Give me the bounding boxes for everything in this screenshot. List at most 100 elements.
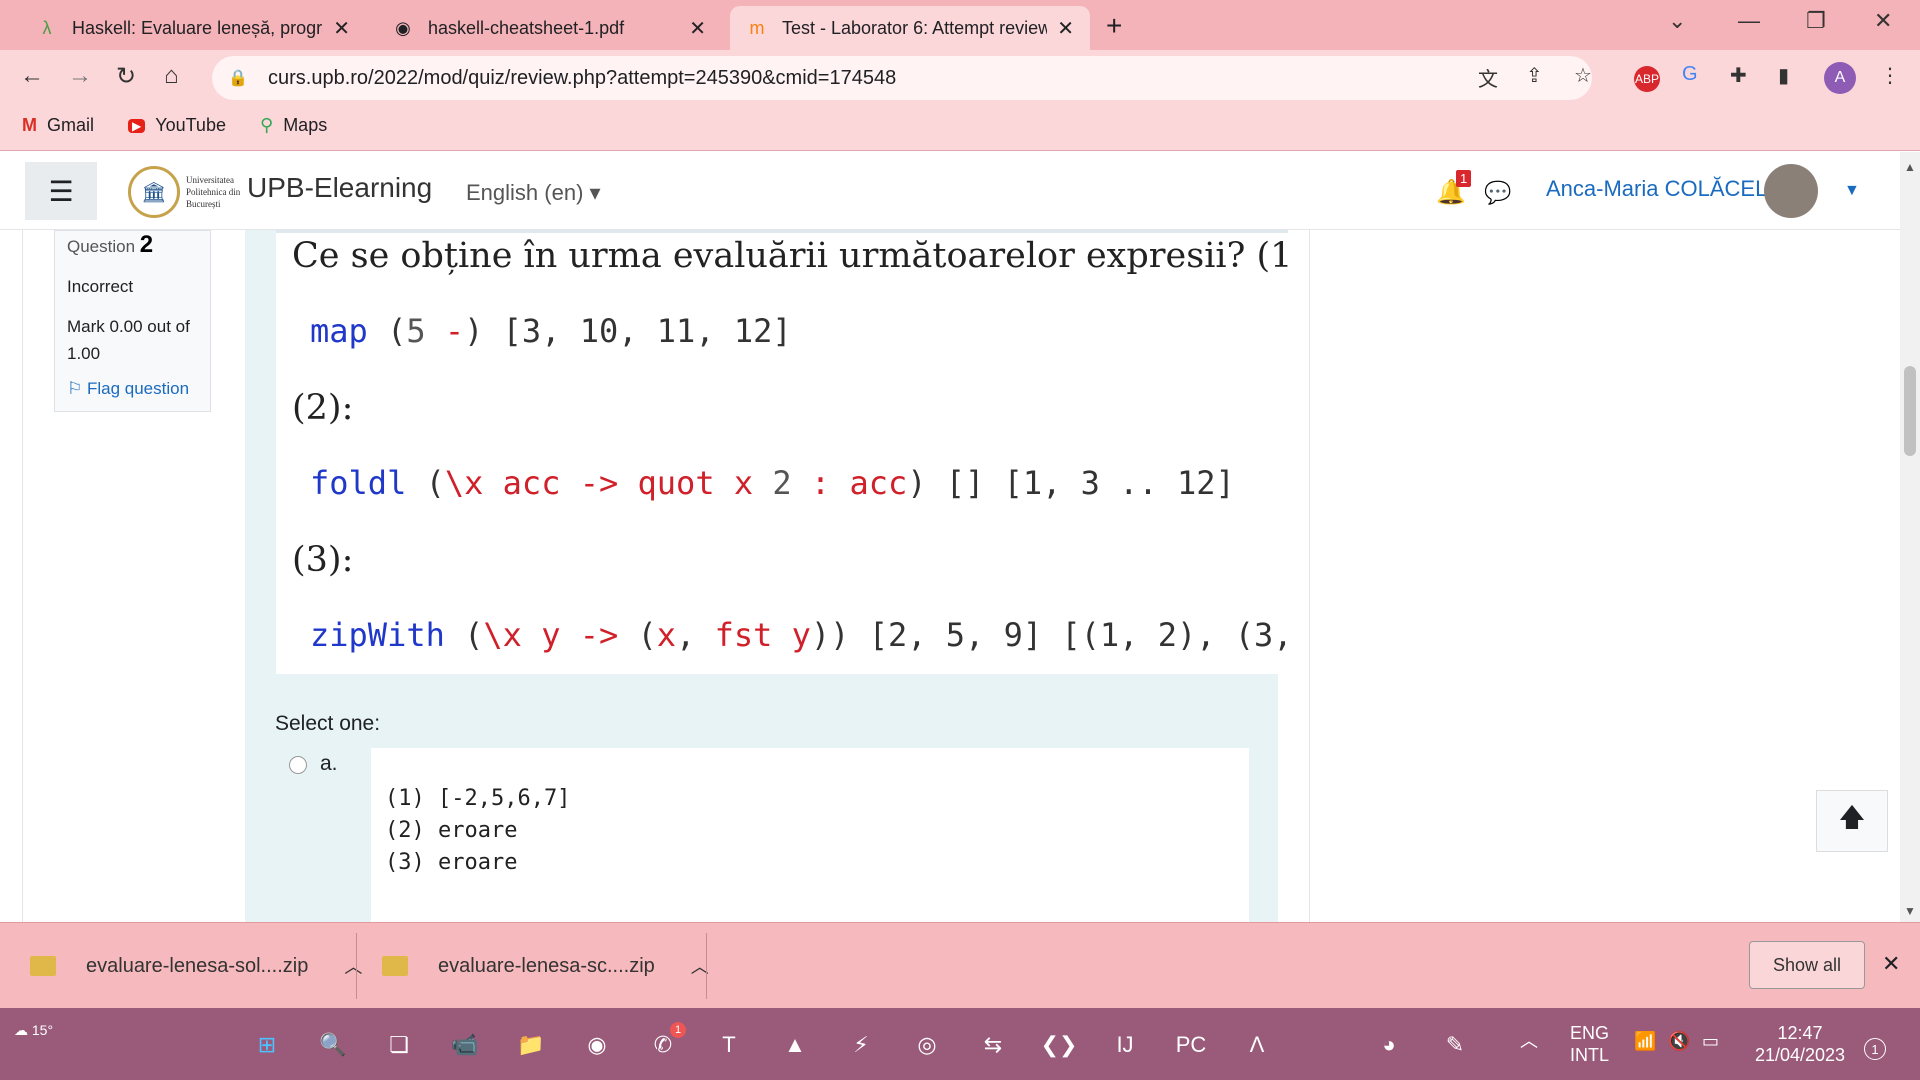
logo-text: Universitatea Politehnica din București <box>186 175 241 209</box>
arch-icon[interactable]: Λ <box>1238 1026 1276 1064</box>
university-logo[interactable]: 🏛 <box>128 166 180 218</box>
site-name[interactable]: UPB-Elearning <box>247 172 432 204</box>
tab-haskell-cheatsheet[interactable]: ◉ haskell-cheatsheet-1.pdf ✕ <box>376 6 722 50</box>
bookmark-maps[interactable]: ⚲ Maps <box>260 115 327 136</box>
matlab-icon[interactable]: ▲ <box>776 1026 814 1064</box>
answer-line: (2) eroare <box>385 818 518 843</box>
pycharm-icon[interactable]: PC <box>1172 1026 1210 1064</box>
app-icon[interactable]: ⚡ <box>842 1026 880 1064</box>
messages-icon[interactable]: 💬 <box>1484 180 1511 206</box>
tray-chevron-icon[interactable]: ︿ <box>1520 1030 1538 1052</box>
intellij-icon[interactable]: IJ <box>1106 1026 1144 1064</box>
profile-avatar[interactable]: A <box>1824 62 1856 94</box>
globe-icon: ◉ <box>395 17 411 38</box>
home-button[interactable]: ⌂ <box>164 62 179 90</box>
chrome-icon[interactable]: ◕ <box>1370 1026 1408 1064</box>
vscode-icon[interactable]: ❮❯ <box>1040 1026 1078 1064</box>
user-name[interactable]: Anca-Maria COLĂCEL <box>1546 176 1767 202</box>
network-tool-icon[interactable]: ⇆ <box>974 1026 1012 1064</box>
scroll-thumb[interactable] <box>1904 366 1916 456</box>
close-tab-icon[interactable]: ✕ <box>1057 16 1074 41</box>
maps-pin-icon: ⚲ <box>260 115 274 135</box>
tab-haskell-evaluation[interactable]: λ Haskell: Evaluare leneșă, program ✕ <box>20 6 366 50</box>
side-panel-icon[interactable]: ▮ <box>1778 63 1789 88</box>
chevron-up-icon[interactable]: ︿ <box>344 953 362 979</box>
user-menu-caret-icon[interactable]: ▼ <box>1844 182 1860 200</box>
battery-icon[interactable]: ▭ <box>1702 1030 1719 1052</box>
clock[interactable]: 12:47 21/04/2023 <box>1750 1022 1850 1066</box>
windows-start-icon[interactable]: ⊞ <box>248 1026 286 1064</box>
show-all-downloads-button[interactable]: Show all <box>1749 941 1865 989</box>
menu-icon[interactable]: ⋮ <box>1880 63 1900 88</box>
browser-tab-bar: λ Haskell: Evaluare leneșă, program ✕ ◉ … <box>0 0 1920 50</box>
reload-button[interactable]: ↻ <box>116 62 136 91</box>
download-item[interactable]: evaluare-lenesa-sc....zip ︿ <box>382 923 709 1009</box>
expression-2: foldl (\x acc -> quot x 2 : acc) [] [1, … <box>310 464 1235 502</box>
tab-quiz-review[interactable]: m Test - Laborator 6: Attempt review ✕ <box>730 6 1090 50</box>
question-text: Ce se obține în urma evaluării următoare… <box>276 230 1288 674</box>
scroll-down-arrow-icon[interactable]: ▼ <box>1904 904 1916 918</box>
bookmark-star-icon[interactable]: ☆ <box>1574 63 1592 88</box>
teams-icon[interactable]: T <box>710 1026 748 1064</box>
option-a-label[interactable]: a. <box>320 752 338 776</box>
language-selector[interactable]: English (en) ▾ <box>466 180 601 206</box>
weather-widget[interactable]: ☁ 15° <box>14 1022 53 1039</box>
expression-3-label: (3): <box>292 540 354 580</box>
answer-line: (1) [-2,5,6,7] <box>385 786 571 811</box>
whatsapp-badge: 1 <box>670 1022 686 1038</box>
task-view-icon[interactable]: ❏ <box>380 1026 418 1064</box>
youtube-icon: ▶ <box>128 118 146 133</box>
tab-search-icon[interactable]: ⌄ <box>1668 8 1686 34</box>
download-item[interactable]: evaluare-lenesa-sol....zip ︿ <box>30 923 362 1009</box>
notifications-badge[interactable]: 1 <box>1864 1038 1886 1060</box>
expression-1: map (5 -) [3, 10, 11, 12] <box>310 312 792 350</box>
close-download-bar-icon[interactable]: ✕ <box>1882 951 1900 977</box>
browser-toolbar: ← → ↻ ⌂ 🔒 curs.upb.ro/2022/mod/quiz/revi… <box>0 50 1920 105</box>
adblock-icon[interactable]: ABP <box>1634 66 1660 92</box>
bookmark-gmail[interactable]: M Gmail <box>22 115 94 136</box>
back-button[interactable]: ← <box>20 62 44 90</box>
scroll-up-arrow-icon[interactable]: ▲ <box>1904 160 1916 174</box>
close-tab-icon[interactable]: ✕ <box>333 16 350 41</box>
back-to-top-button[interactable]: 🡅 <box>1816 790 1888 852</box>
question-mark: Mark 0.00 out of 1.00 <box>67 317 190 363</box>
question-state: Incorrect <box>67 277 134 296</box>
close-window-button[interactable]: ✕ <box>1874 8 1892 34</box>
volume-muted-icon[interactable]: 🔇 <box>1668 1030 1690 1052</box>
lock-icon[interactable]: 🔒 <box>228 68 248 88</box>
bookmarks-bar: M Gmail ▶ YouTube ⚲ Maps <box>0 105 1920 151</box>
ubuntu-icon[interactable]: ◎ <box>908 1026 946 1064</box>
acrobat-icon[interactable]: ✎ <box>1436 1026 1474 1064</box>
lambda-icon: λ <box>42 17 52 38</box>
option-a-answer[interactable]: (1) [-2,5,6,7] (2) eroare (3) eroare <box>371 748 1249 922</box>
discord-icon[interactable]: ◉ <box>578 1026 616 1064</box>
search-icon[interactable]: 🔍 <box>314 1026 352 1064</box>
file-explorer-icon[interactable]: 📁 <box>512 1026 550 1064</box>
share-icon[interactable]: ⇪ <box>1526 63 1543 88</box>
windows-taskbar: ☁ 15° ⊞ 🔍 ❏ 📹 📁 ◉ ✆ 1 T ▲ ⚡ ◎ ⇆ ❮❯ IJ PC… <box>0 1008 1920 1080</box>
meet-icon[interactable]: 📹 <box>446 1026 484 1064</box>
user-avatar[interactable] <box>1764 164 1818 218</box>
translate-icon[interactable]: 文 <box>1478 63 1498 92</box>
forward-button[interactable]: → <box>68 62 92 90</box>
keyboard-language[interactable]: ENG INTL <box>1570 1022 1609 1066</box>
bookmark-youtube[interactable]: ▶ YouTube <box>128 115 226 136</box>
select-one-label: Select one: <box>275 712 381 735</box>
restore-button[interactable]: ❐ <box>1806 8 1826 34</box>
wifi-icon[interactable]: 📶 <box>1634 1030 1656 1052</box>
zip-file-icon <box>30 956 56 976</box>
new-tab-button[interactable]: + <box>1106 10 1122 42</box>
extensions-icon[interactable]: ✚ <box>1730 63 1747 88</box>
address-bar[interactable]: 🔒 curs.upb.ro/2022/mod/quiz/review.php?a… <box>212 56 1592 100</box>
google-translate-icon[interactable]: G <box>1682 63 1698 86</box>
zip-file-icon <box>382 956 408 976</box>
question-prompt: Ce se obține în urma evaluării următoare… <box>292 236 1288 276</box>
notification-badge: 1 <box>1456 170 1472 187</box>
hamburger-menu-button[interactable]: ☰ <box>25 162 97 220</box>
flag-question-link[interactable]: ⚐ Flag question <box>67 379 198 399</box>
page-scrollbar[interactable]: ▲ ▼ <box>1900 152 1920 922</box>
close-tab-icon[interactable]: ✕ <box>689 16 706 41</box>
option-a-radio[interactable] <box>289 756 307 774</box>
flag-icon: ⚐ <box>67 379 83 398</box>
minimize-button[interactable]: — <box>1738 8 1760 34</box>
